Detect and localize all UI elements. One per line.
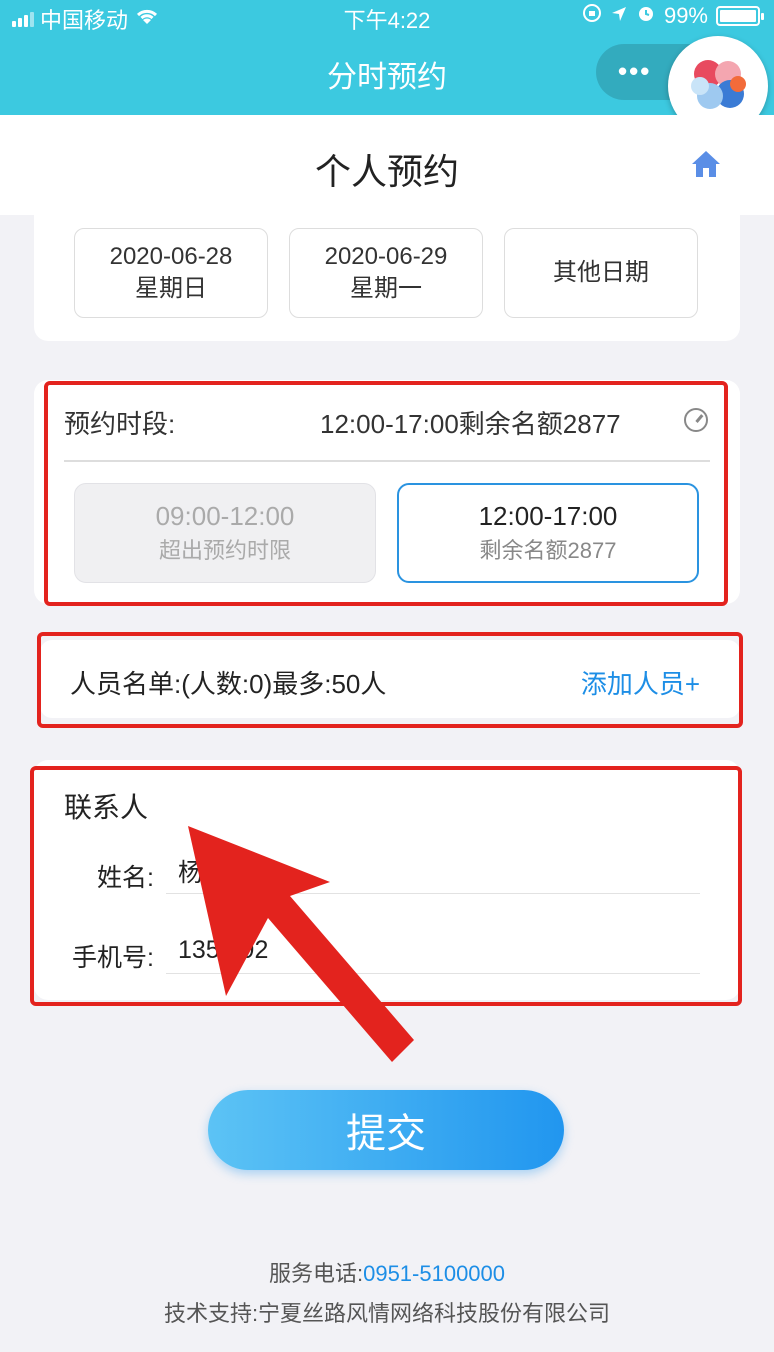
page-header: 个人预约 xyxy=(0,115,774,215)
lock-rotation-icon xyxy=(582,3,602,29)
people-count-text: 人员名单:(人数:0)最多:50人 xyxy=(70,669,387,699)
location-icon xyxy=(610,3,628,29)
time-slot-afternoon[interactable]: 12:00-17:00 剩余名额2877 xyxy=(397,483,699,583)
service-phone: 服务电话:0951-5100000 xyxy=(0,1256,774,1288)
time-period-card: 预约时段: 12:00-17:00剩余名额2877 09:00-12:00 超出… xyxy=(34,380,740,604)
battery-icon xyxy=(716,6,764,26)
date-selector: 2020-06-28 星期日 2020-06-29 星期一 其他日期 xyxy=(34,215,740,341)
phone-label: 手机号: xyxy=(72,944,154,972)
more-dots-icon: ••• xyxy=(618,56,652,86)
time-period-label: 预约时段: xyxy=(64,409,176,439)
submit-button[interactable]: 提交 xyxy=(208,1090,564,1170)
page-title: 个人预约 xyxy=(314,151,459,192)
slot-status: 剩余名额2877 xyxy=(479,538,617,563)
date-text: 2020-06-29 xyxy=(324,243,448,270)
divider xyxy=(64,460,710,462)
slot-time: 09:00-12:00 xyxy=(155,501,295,531)
alarm-icon xyxy=(636,3,656,29)
service-phone-label: 服务电话: xyxy=(268,1261,364,1286)
name-label: 姓名: xyxy=(97,864,154,892)
contact-card: 联系人 姓名: 手机号: xyxy=(34,760,740,1000)
tech-support: 技术支持:宁夏丝路风情网络科技股份有限公司 xyxy=(163,1301,611,1326)
date-option-1[interactable]: 2020-06-28 星期日 xyxy=(74,228,268,318)
date-option-2[interactable]: 2020-06-29 星期一 xyxy=(289,228,483,318)
people-list-card: 人员名单:(人数:0)最多:50人 添加人员+ xyxy=(40,640,740,718)
phone-input[interactable] xyxy=(166,928,700,974)
add-person-button[interactable]: 添加人员+ xyxy=(581,664,700,701)
other-dates-button[interactable]: 其他日期 xyxy=(504,228,698,318)
weekday-text: 星期日 xyxy=(135,275,207,302)
service-phone-number[interactable]: 0951-5100000 xyxy=(363,1261,505,1286)
contact-title: 联系人 xyxy=(64,792,149,823)
gauge-icon xyxy=(684,408,708,432)
home-icon[interactable] xyxy=(690,148,722,185)
battery-percent: 99% xyxy=(663,3,708,28)
nav-bar: 中国移动 下午4:22 99% 分时预约 ••• xyxy=(0,0,774,136)
date-text: 2020-06-28 xyxy=(109,243,233,270)
time-slot-morning: 09:00-12:00 超出预约时限 xyxy=(74,483,376,583)
status-bar: 中国移动 下午4:22 99% xyxy=(0,0,774,34)
slot-status: 超出预约时限 xyxy=(158,538,291,563)
weekday-text: 星期一 xyxy=(350,275,422,302)
slot-time: 12:00-17:00 xyxy=(478,501,618,531)
other-dates-label: 其他日期 xyxy=(553,259,649,286)
selected-time-period: 12:00-17:00剩余名额2877 xyxy=(320,409,621,439)
name-input[interactable] xyxy=(166,848,700,894)
